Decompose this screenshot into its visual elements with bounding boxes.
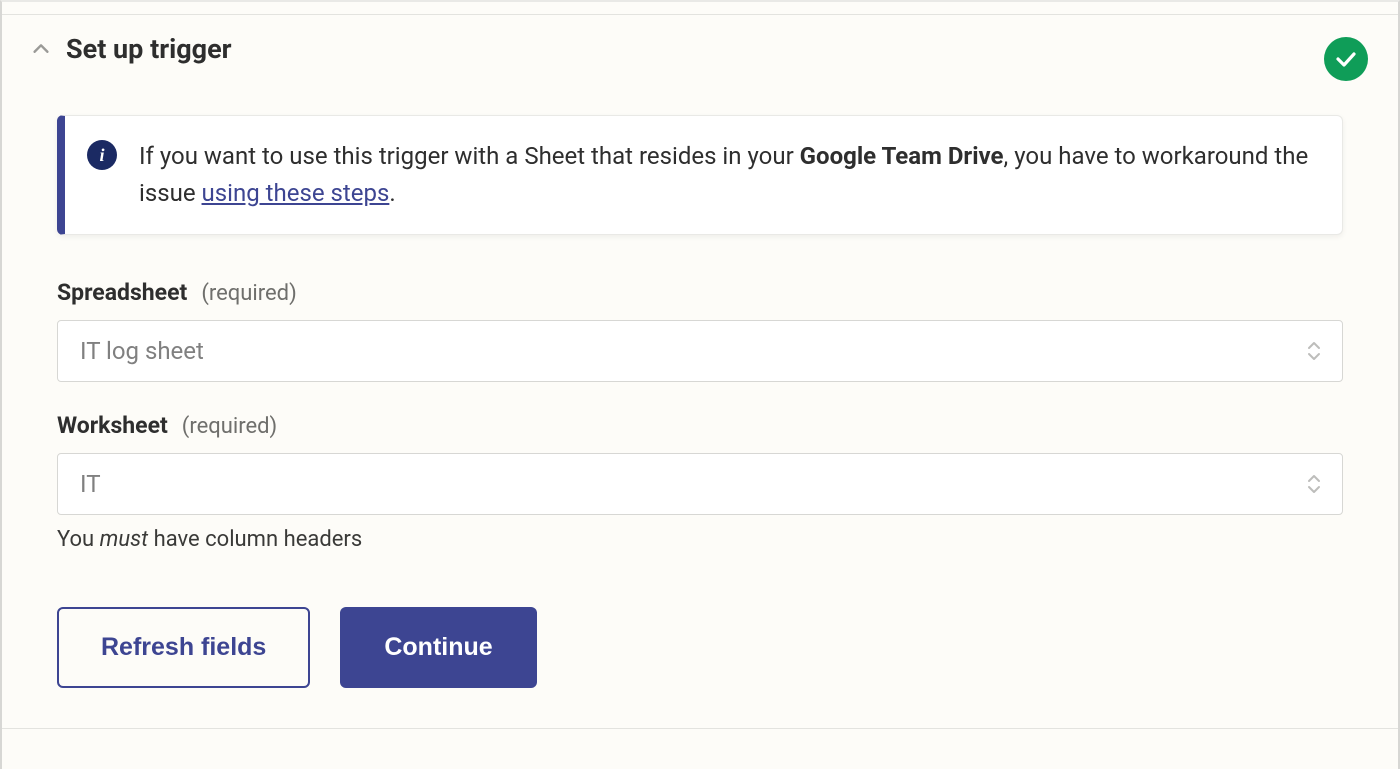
worksheet-helper: You must have column headers bbox=[57, 527, 1343, 552]
worksheet-required: (required) bbox=[182, 414, 277, 439]
info-text-suffix: . bbox=[389, 179, 395, 207]
spreadsheet-label: Spreadsheet bbox=[57, 279, 187, 306]
spreadsheet-required: (required) bbox=[201, 281, 296, 306]
chevron-up-icon bbox=[30, 38, 52, 60]
helper-suffix: have column headers bbox=[148, 527, 362, 552]
info-text-prefix: If you want to use this trigger with a S… bbox=[139, 142, 800, 170]
worksheet-field: Worksheet (required) IT You must have co… bbox=[57, 412, 1343, 552]
info-text-bold: Google Team Drive bbox=[800, 142, 1004, 170]
info-banner: i If you want to use this trigger with a… bbox=[57, 115, 1343, 235]
section-title: Set up trigger bbox=[66, 33, 232, 65]
section-header[interactable]: Set up trigger bbox=[2, 15, 1398, 75]
helper-italic: must bbox=[100, 527, 148, 552]
select-caret-icon bbox=[1306, 474, 1322, 494]
spreadsheet-select[interactable]: IT log sheet bbox=[57, 320, 1343, 382]
worksheet-value: IT bbox=[80, 470, 101, 498]
worksheet-select[interactable]: IT bbox=[57, 453, 1343, 515]
select-caret-icon bbox=[1306, 341, 1322, 361]
section-body: i If you want to use this trigger with a… bbox=[2, 75, 1398, 728]
trigger-setup-panel: Set up trigger i If you want to use this… bbox=[0, 0, 1400, 769]
info-icon: i bbox=[87, 140, 117, 170]
panel-bottom-divider bbox=[2, 728, 1398, 732]
worksheet-label-row: Worksheet (required) bbox=[57, 412, 1343, 439]
refresh-fields-button[interactable]: Refresh fields bbox=[57, 607, 310, 688]
spreadsheet-field: Spreadsheet (required) IT log sheet bbox=[57, 279, 1343, 382]
info-link[interactable]: using these steps bbox=[202, 179, 390, 207]
status-complete-icon bbox=[1324, 37, 1368, 81]
spreadsheet-value: IT log sheet bbox=[80, 337, 204, 365]
continue-button[interactable]: Continue bbox=[340, 607, 536, 688]
spreadsheet-label-row: Spreadsheet (required) bbox=[57, 279, 1343, 306]
info-text: If you want to use this trigger with a S… bbox=[139, 138, 1314, 212]
panel-top-divider bbox=[2, 2, 1398, 15]
helper-prefix: You bbox=[57, 527, 100, 552]
button-row: Refresh fields Continue bbox=[57, 607, 1343, 688]
worksheet-label: Worksheet bbox=[57, 412, 168, 439]
